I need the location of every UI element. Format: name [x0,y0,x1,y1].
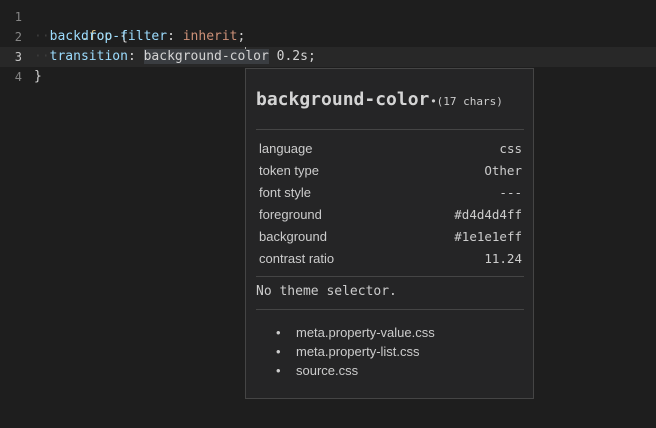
property-key: background [259,229,327,244]
property-value: --- [499,185,522,200]
property-row-token-type: token type Other [259,160,522,182]
punctuation-token: : [167,29,183,44]
property-value: Other [484,163,522,178]
line-number: 1 [14,10,22,24]
hovered-token-part: lor [245,49,269,64]
value-token: 0.2s [268,49,308,64]
code-line-2[interactable]: 2 ··backdrop-filter: inherit; [0,27,656,47]
line-number: 2 [14,30,22,44]
token-name: background-color [256,89,430,110]
punctuation-token: } [34,69,42,84]
divider [256,309,524,310]
divider [256,129,524,130]
code-line-1[interactable]: 1 .foo { [0,7,656,44]
whitespace-dots: ·· [34,49,50,64]
code-text[interactable]: ··transition: background-color 0.2s; [34,47,316,67]
hovered-token-part: background-co [143,49,246,64]
property-key: foreground [259,207,322,222]
property-key: token type [259,163,319,178]
code-text[interactable]: } [34,67,42,87]
property-key: font style [259,185,312,200]
char-count: (17 chars) [436,95,503,108]
theme-selector-note: No theme selector. [256,284,397,299]
property-key: language [259,141,313,156]
property-row-language: language css [259,138,522,160]
code-line-3[interactable]: 3 ··transition: background-color 0.2s; [0,47,656,67]
property-value: 11.24 [484,251,522,266]
property-row-foreground: foreground #d4d4d4ff [259,204,522,226]
scope-item: source.css [276,361,435,380]
property-row-font-style: font style --- [259,182,522,204]
code-text[interactable]: ··backdrop-filter: inherit; [34,27,245,47]
property-key: contrast ratio [259,251,335,266]
line-number: 4 [14,70,22,84]
punctuation-token: ; [237,29,246,44]
property-token: transition [49,49,128,64]
whitespace-dots: ·· [34,29,50,44]
scope-item: meta.property-list.css [276,342,435,361]
property-value: #d4d4d4ff [454,207,522,222]
scope-item: meta.property-value.css [276,323,435,342]
punctuation-token: ; [307,49,316,64]
token-inspector-hover: background-color •(17 chars) language css… [245,68,534,399]
property-value: #1e1e1eff [454,229,522,244]
scope-list: meta.property-value.css meta.property-li… [276,323,435,380]
divider [256,276,524,277]
property-row-contrast-ratio: contrast ratio 11.24 [259,248,522,270]
hover-title: background-color •(17 chars) [256,89,503,110]
property-token: backdrop-filter [49,29,168,44]
separator-dot: • [431,94,436,108]
punctuation-token: : [127,49,144,64]
line-number: 3 [14,50,22,64]
value-token: inherit [182,29,238,44]
property-value: css [499,141,522,156]
property-row-background: background #1e1e1eff [259,226,522,248]
